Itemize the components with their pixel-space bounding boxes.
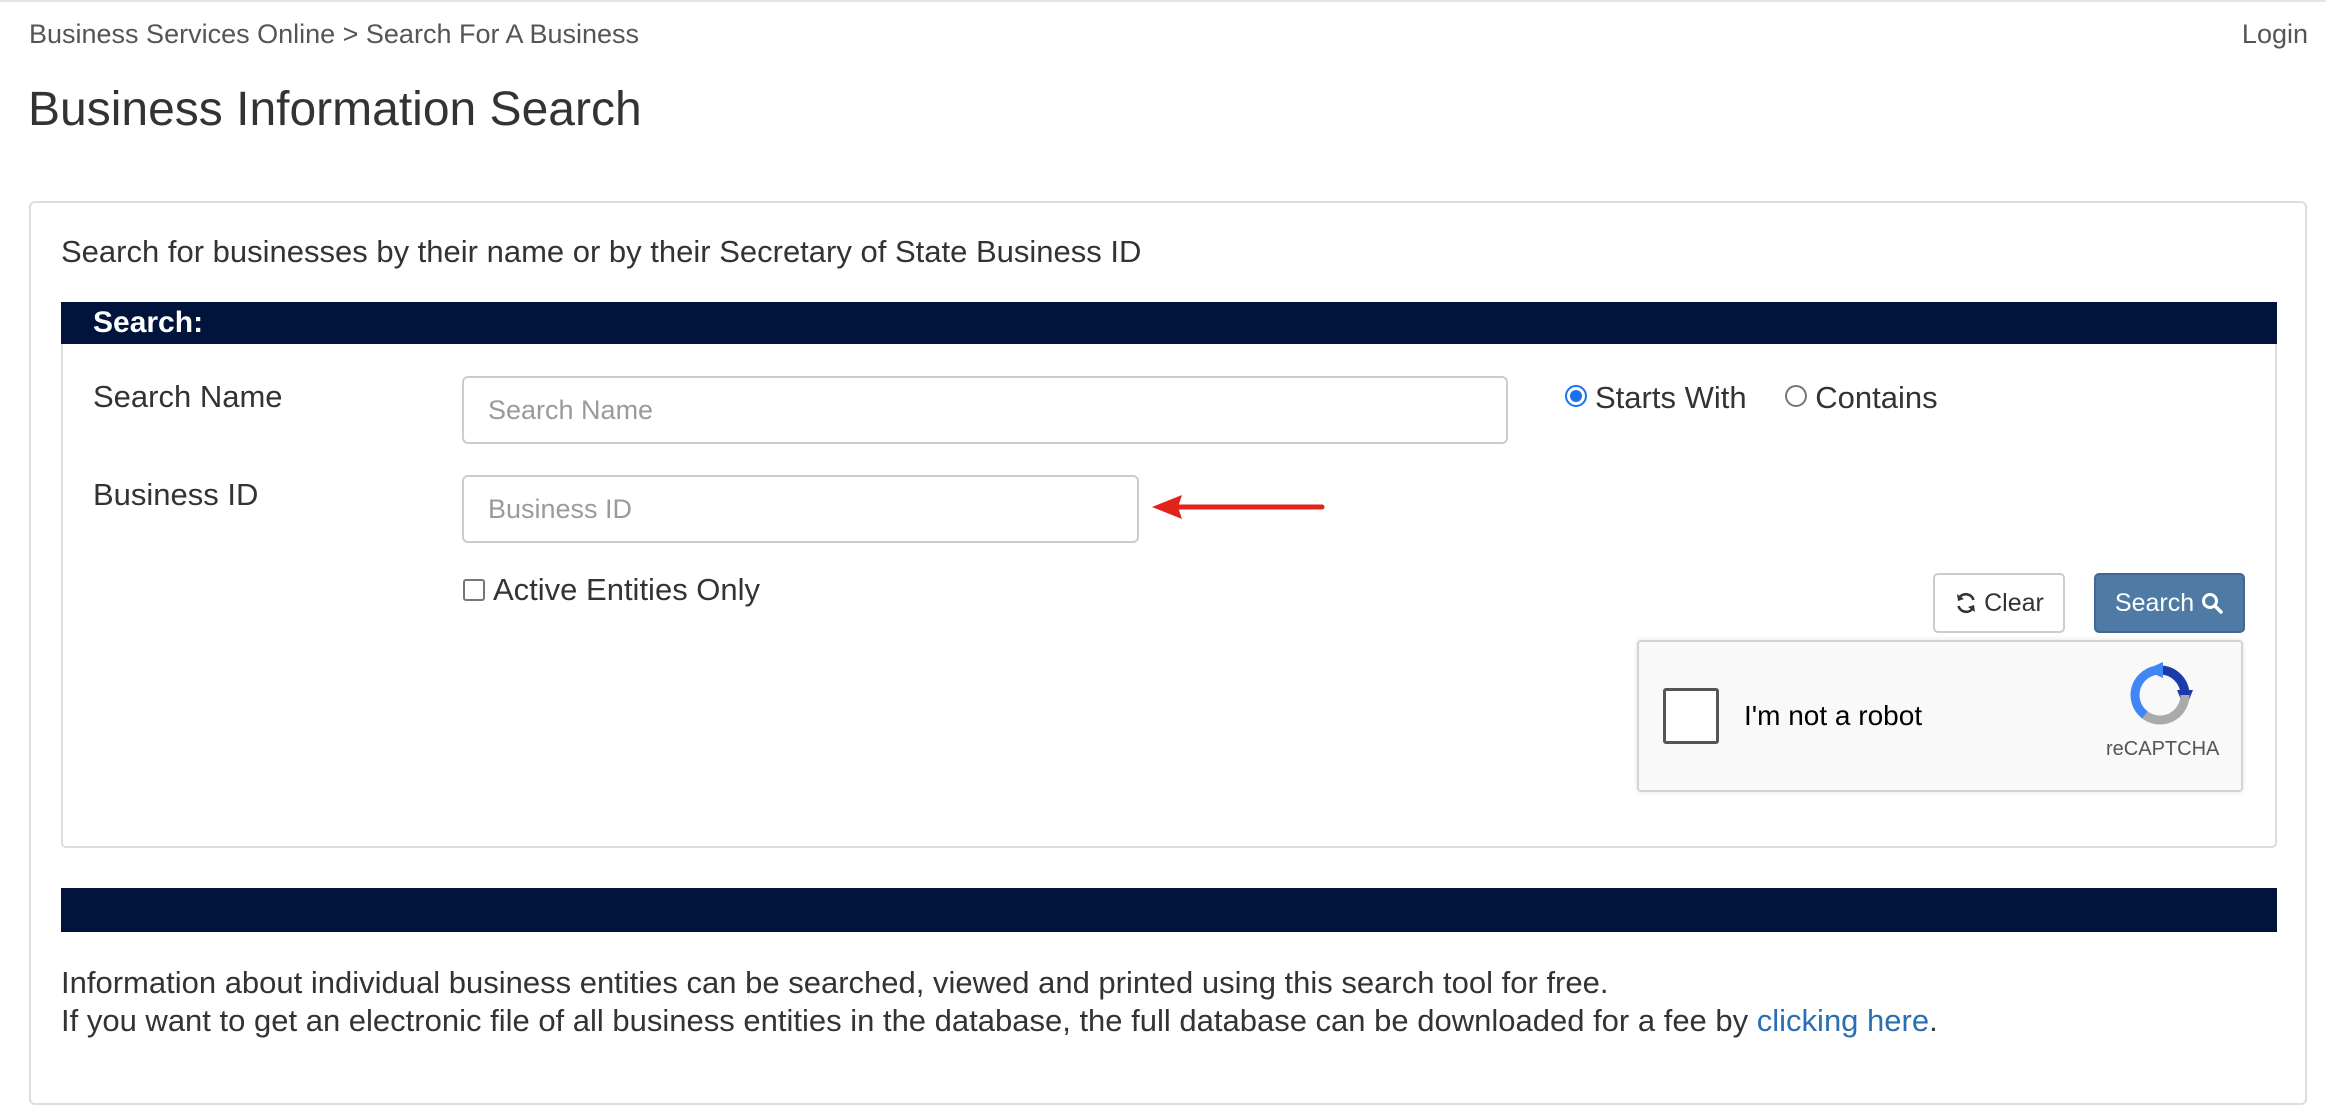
active-entities-label[interactable]: Active Entities Only xyxy=(493,572,760,607)
search-section-header: Search: xyxy=(61,302,2277,344)
red-arrow-icon xyxy=(1152,495,1325,519)
login-link[interactable]: Login xyxy=(2242,19,2308,50)
search-icon xyxy=(2202,593,2223,614)
info-line-2-text: If you want to get an electronic file of… xyxy=(61,1003,1757,1038)
page-title: Business Information Search xyxy=(28,83,642,136)
search-button-label: Search xyxy=(2114,588,2195,617)
active-entities-filter: Active Entities Only xyxy=(463,572,760,608)
info-section-header xyxy=(61,888,2277,932)
recaptcha-checkbox[interactable] xyxy=(1663,688,1719,744)
search-name-label: Search Name xyxy=(93,379,283,414)
starts-with-label[interactable]: Starts With xyxy=(1595,380,1747,415)
refresh-icon xyxy=(1957,592,1976,614)
recaptcha-logo-icon xyxy=(2130,662,2193,725)
info-line-2: If you want to get an electronic file of… xyxy=(61,1002,1938,1040)
contains-radio[interactable] xyxy=(1785,384,1808,407)
intro-text: Search for businesses by their name or b… xyxy=(61,234,1142,269)
download-database-link[interactable]: clicking here xyxy=(1757,1003,1929,1038)
info-line-2-end: . xyxy=(1929,1003,1938,1038)
top-divider xyxy=(0,0,2326,2)
recaptcha-widget: I'm not a robot reCAPTCHA xyxy=(1637,640,2243,792)
recaptcha-label: I'm not a robot xyxy=(1744,700,1923,731)
recaptcha-brand: reCAPTCHA xyxy=(2106,738,2220,760)
starts-with-radio[interactable] xyxy=(1565,384,1587,407)
breadcrumb[interactable]: Business Services Online > Search For A … xyxy=(29,19,639,50)
info-text: Information about individual business en… xyxy=(61,964,1938,1040)
clear-button-label: Clear xyxy=(1984,588,2044,617)
search-name-input[interactable] xyxy=(462,376,1508,444)
search-button[interactable]: Search xyxy=(2094,573,2245,633)
business-id-label: Business ID xyxy=(93,477,259,512)
active-entities-checkbox[interactable] xyxy=(463,578,485,601)
match-type-radio-group: Starts With Contains xyxy=(1565,378,1968,416)
business-id-input[interactable] xyxy=(462,475,1139,543)
clear-button[interactable]: Clear xyxy=(1933,573,2065,633)
contains-label[interactable]: Contains xyxy=(1815,380,1937,415)
info-line-1: Information about individual business en… xyxy=(61,965,1609,1000)
